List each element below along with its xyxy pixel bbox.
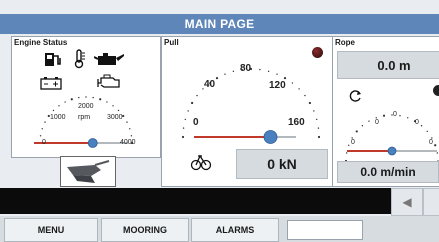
gauge-tick [420,125,423,127]
gauge-tick [313,110,315,112]
pull-tick-120: 120 [269,80,286,91]
gauge-tick [368,120,370,122]
gauge-tick [436,152,439,154]
gauge-tick [99,98,102,101]
gauge-tick [106,101,108,103]
gauge-tick [130,135,133,137]
alarms-button[interactable]: ALARMS [191,218,279,242]
gauge-tick [308,101,311,105]
gauge-tick [92,96,94,99]
pull-tick-0: 0 [193,117,199,128]
gauge-tick [85,96,87,98]
menu-button[interactable]: MENU [4,218,98,242]
gauge-tick [399,114,401,117]
fuel-icon [45,53,61,66]
gauge-tick [64,101,66,103]
pull-panel: Pull 80 40 120 0 160 0 kN [161,36,335,187]
oil-pressure-icon [94,53,124,65]
gauge-tick [215,77,219,80]
rope-length-readout: 0.0 m [337,51,439,79]
rope-tick-right: 0 [415,119,419,126]
gauge-tick [407,117,409,119]
gauge-tick [304,94,306,97]
gauge-tick [129,128,131,130]
gauge-tick [434,144,437,147]
rope-tick-max: 0 [429,139,433,146]
pull-tick-160: 160 [288,117,305,128]
gauge-tick [426,130,428,133]
rope-tick-top: 0 [393,111,397,118]
rope-indicator-lamp [433,85,439,96]
gauge-tick [291,82,294,84]
rope-label: Rope [335,38,355,47]
left-arrow-icon: ◀ [402,195,412,209]
gauge-tick [78,96,80,99]
rpm-tick-1000: 1000 [50,114,66,121]
gauge-tick [317,135,321,139]
gauge-tick [315,118,318,121]
gauge-tick [382,114,386,117]
gauge-tick [39,135,42,137]
temperature-icon [74,49,85,69]
gauge-tick [191,101,194,105]
gauge-tick [52,109,55,112]
rope-speed-readout: 0.0 m/min [337,161,439,183]
gauge-tick [41,128,43,130]
pull-tick-80: 80 [240,63,252,74]
anchor-thumbnail[interactable] [60,156,116,187]
gauge-tick [58,105,60,107]
winch-pull-icon [190,154,212,171]
rpm-unit: rpm [78,114,91,121]
rope-panel: Rope 0.0 m 0 0 0 0 0 0.0 m/min [332,36,439,187]
gauge-tick [276,73,278,75]
gauge-tick [267,70,270,73]
gauge-knob [387,146,397,156]
gauge-knob [263,130,278,144]
gauge-tick [70,98,73,101]
gauge-tick [259,68,261,71]
anchor-plow-icon [67,160,110,183]
gauge-tick [187,110,189,112]
gauge-tick [283,77,287,80]
rpm-tick-0: 0 [42,139,46,146]
pull-label: Pull [164,38,179,47]
gauge-tick [181,135,185,139]
gauge-tick [196,94,198,97]
engine-icon [97,74,120,88]
gauge-tick [361,125,364,127]
status-bar [0,188,439,214]
gauge-tick [317,127,320,129]
pull-tick-40: 40 [204,79,216,90]
gauge-tick [44,121,46,123]
mooring-button[interactable]: MOORING [101,218,189,242]
gauge-tick [184,118,187,121]
pull-readout: 0 kN [236,149,328,179]
next-page-button[interactable] [423,188,439,216]
rope-speed-gauge [344,114,439,163]
battery-icon [40,77,62,90]
gauge-tick [126,121,128,123]
prev-page-button[interactable]: ◀ [391,188,423,216]
rpm-tick-2000: 2000 [78,103,94,110]
rope-tick-left: 0 [375,119,379,126]
footer-input[interactable] [287,220,363,240]
engine-status-label: Engine Status [14,38,68,47]
gauge-tick [348,144,350,146]
gauge-tick [182,127,185,129]
rpm-tick-3000: 3000 [107,114,123,121]
engine-status-panel: Engine Status 2000 rpm 1000 3000 0 4000 [11,36,161,158]
gauge-tick [298,88,300,90]
gauge-tick [112,105,114,107]
gauge-tick [355,130,358,133]
rpm-tick-4000: 4000 [120,139,136,146]
gauge-tick [117,109,120,112]
gauge-tick [345,152,348,154]
gauge-knob [87,138,98,148]
gauge-tick [232,70,235,73]
gauge-tick [224,73,226,75]
page-title: MAIN PAGE [0,14,439,34]
rope-tick-min: 0 [351,139,355,146]
